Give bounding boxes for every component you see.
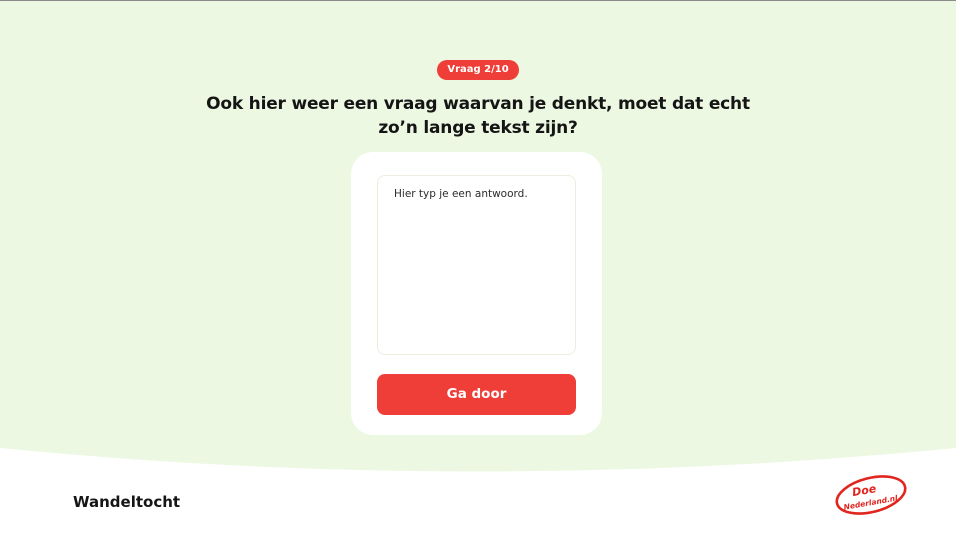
doe-nederland-logo[interactable]: Doe Nederland.nl	[833, 473, 909, 517]
question-title: Ook hier weer een vraag waarvan je denkt…	[206, 94, 750, 138]
bottom-wave	[0, 448, 956, 538]
answer-input[interactable]	[377, 175, 576, 355]
footer-title: Wandeltocht	[73, 493, 181, 511]
question-progress-badge: Vraag 2/10	[437, 60, 519, 80]
continue-button[interactable]: Ga door	[377, 374, 576, 415]
